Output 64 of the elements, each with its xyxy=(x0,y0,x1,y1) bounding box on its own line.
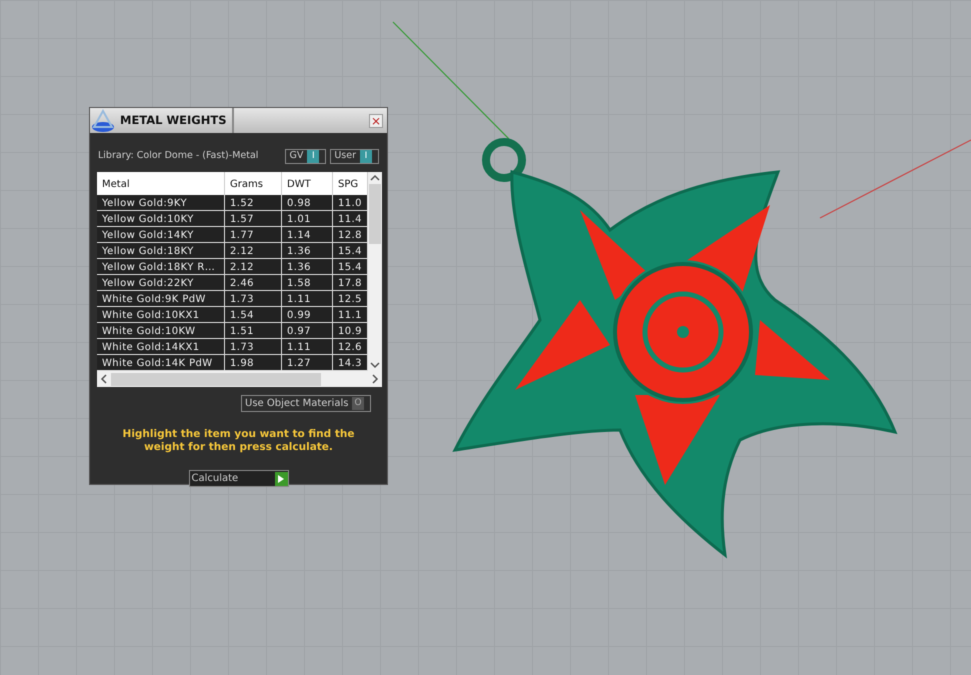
table-cell[interactable]: White Gold:10KX1 xyxy=(97,307,225,323)
table-cell[interactable]: 1.54 xyxy=(225,307,282,323)
table-cell[interactable]: 12.5 xyxy=(333,291,368,307)
table-cell[interactable]: 1.57 xyxy=(225,211,282,227)
table-cell[interactable]: 0.97 xyxy=(282,323,333,339)
table-cell[interactable]: 17.8 xyxy=(333,275,368,291)
toggle-indicator: O xyxy=(352,397,364,410)
table-cell[interactable]: 1.27 xyxy=(282,355,333,371)
scrollbar-thumb[interactable] xyxy=(111,372,321,386)
toggle-switch[interactable]: GV I xyxy=(285,149,326,164)
panel-title: METAL WEIGHTS xyxy=(116,108,234,133)
table-cell[interactable]: Yellow Gold:9KY xyxy=(97,195,225,211)
vertical-scrollbar[interactable] xyxy=(368,172,382,371)
table-cell[interactable]: Yellow Gold:18KY xyxy=(97,243,225,259)
table-cell[interactable]: 1.51 xyxy=(225,323,282,339)
table-cell[interactable]: White Gold:14K PdW xyxy=(97,355,225,371)
table-cell[interactable]: 12.8 xyxy=(333,227,368,243)
toggle-label: GV xyxy=(289,149,304,164)
table-cell[interactable]: 1.11 xyxy=(282,291,333,307)
scrollbar-thumb[interactable] xyxy=(369,184,381,244)
logo-icon xyxy=(90,108,116,133)
close-button[interactable]: × xyxy=(369,114,383,128)
table-cell[interactable]: 0.99 xyxy=(282,307,333,323)
toggle-indicator: I xyxy=(360,150,372,163)
calculate-button[interactable]: Calculate xyxy=(188,470,288,487)
table-cell[interactable]: 12.6 xyxy=(333,339,368,355)
table-cell[interactable]: 15.4 xyxy=(333,259,368,275)
table-cell[interactable]: Yellow Gold:18KY R… xyxy=(97,259,225,275)
table-cell[interactable]: Yellow Gold:14KY xyxy=(97,227,225,243)
toggle-indicator: I xyxy=(307,150,320,163)
table-cell[interactable]: 1.52 xyxy=(225,195,282,211)
table-cell[interactable]: 15.4 xyxy=(333,243,368,259)
toggle-label: Use Object Materials xyxy=(245,397,348,411)
table-cell[interactable]: 1.36 xyxy=(282,259,333,275)
table-cell[interactable]: 11.0 xyxy=(333,195,368,211)
table-cell[interactable]: 14.3 xyxy=(333,355,368,371)
table-cell[interactable]: 1.77 xyxy=(225,227,282,243)
instruction-text: Highlight the item you want to find the weight for then press calculate. xyxy=(122,427,356,454)
table-cell[interactable]: White Gold:14KX1 xyxy=(97,339,225,355)
library-label: Library: Color Dome - (Fast)-Metal xyxy=(98,149,260,164)
table-cell[interactable]: 1.14 xyxy=(282,227,333,243)
table-cell[interactable]: Yellow Gold:10KY xyxy=(97,211,225,227)
table-cell[interactable]: 1.11 xyxy=(282,339,333,355)
table-cell[interactable]: 1.73 xyxy=(225,291,282,307)
table-cell[interactable]: 1.73 xyxy=(225,339,282,355)
toggle-switch[interactable]: User I xyxy=(330,149,379,164)
table-cell[interactable]: 0.98 xyxy=(282,195,333,211)
table-cell[interactable]: 2.12 xyxy=(225,259,282,275)
horizontal-scrollbar[interactable] xyxy=(97,371,382,387)
table-cell[interactable]: 2.46 xyxy=(225,275,282,291)
play-icon xyxy=(274,472,288,486)
table-cell[interactable]: 10.9 xyxy=(333,323,368,339)
table-cell[interactable]: 1.98 xyxy=(225,355,282,371)
toggle-label: User xyxy=(334,149,356,164)
toggle-switch[interactable]: Use Object Materials O xyxy=(241,395,371,412)
table-cell[interactable]: 1.36 xyxy=(282,243,333,259)
table-cell[interactable]: 1.01 xyxy=(282,211,333,227)
table-cell[interactable]: 11.4 xyxy=(333,211,368,227)
table-cell[interactable]: Yellow Gold:22KY xyxy=(97,275,225,291)
table-cell[interactable]: White Gold:9K PdW xyxy=(97,291,225,307)
table-cell[interactable]: 11.1 xyxy=(333,307,368,323)
table-cell[interactable]: 1.58 xyxy=(282,275,333,291)
table-cell[interactable]: White Gold:10KW xyxy=(97,323,225,339)
table-cell[interactable]: 2.12 xyxy=(225,243,282,259)
